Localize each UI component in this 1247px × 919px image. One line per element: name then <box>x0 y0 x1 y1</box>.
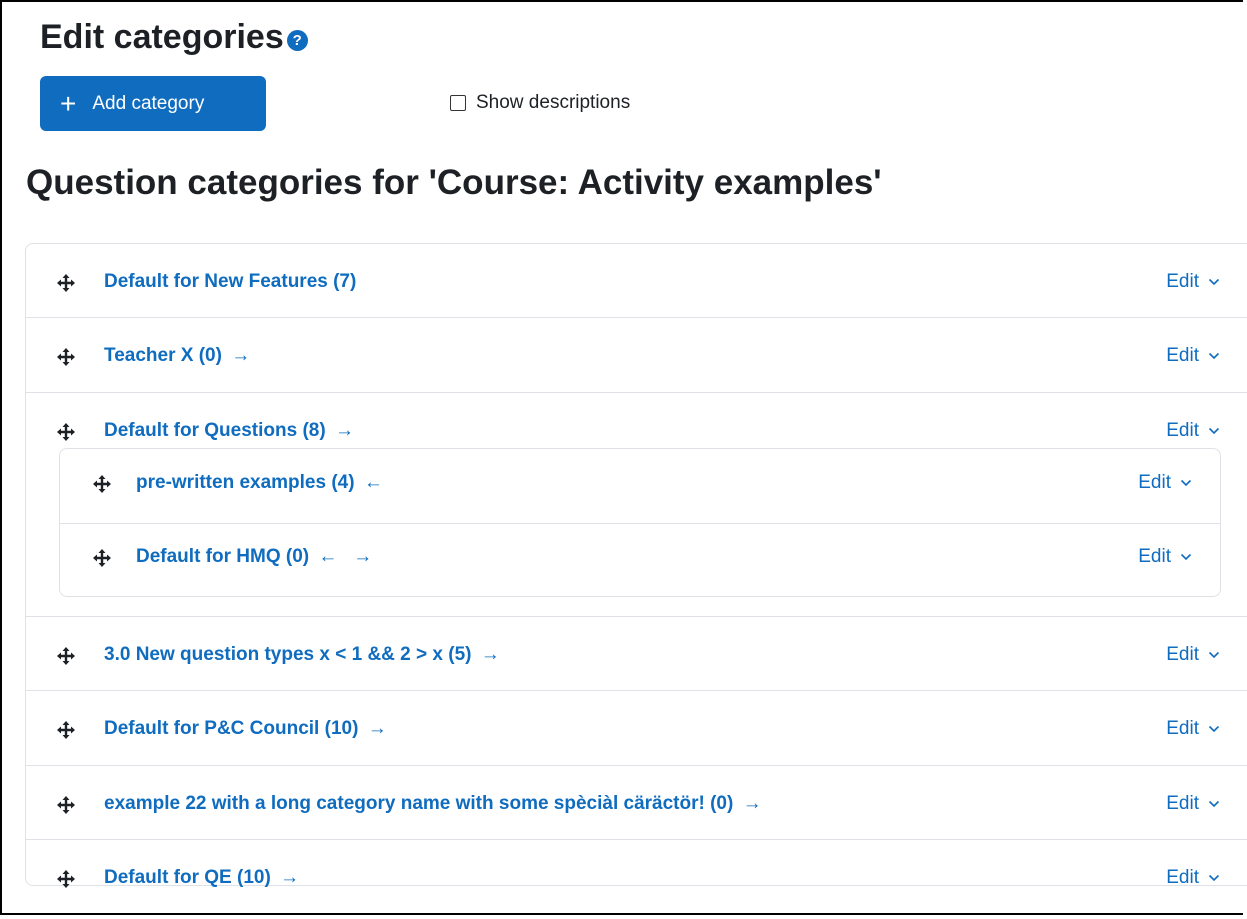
category-name: 3.0 New question types x < 1 && 2 > x (5… <box>104 644 472 665</box>
move-icon[interactable] <box>56 347 76 367</box>
move-arrows[interactable]: → <box>335 420 354 441</box>
category-link[interactable]: Default for New Features (7) <box>104 271 360 293</box>
category-row: Teacher X (0) → Edit <box>26 318 1247 393</box>
edit-label: Edit <box>1166 644 1199 665</box>
category-name: pre-written examples (4) <box>136 472 355 493</box>
chevron-down-icon <box>1180 553 1192 561</box>
move-arrows[interactable]: → <box>481 644 500 665</box>
category-link[interactable]: Teacher X (0) → <box>104 345 250 367</box>
category-name: Default for QE (10) <box>104 867 271 888</box>
chevron-down-icon <box>1208 651 1220 659</box>
move-icon[interactable] <box>56 273 76 293</box>
edit-label: Edit <box>1138 472 1171 493</box>
edit-menu-button[interactable]: Edit <box>1166 867 1220 889</box>
move-icon[interactable] <box>56 795 76 815</box>
edit-menu-button[interactable]: Edit <box>1166 644 1220 666</box>
plus-icon: + <box>60 87 77 119</box>
edit-menu-button[interactable]: Edit <box>1166 793 1220 815</box>
category-name: Teacher X (0) <box>104 345 222 366</box>
category-row: Default for QE (10) → Edit <box>26 840 1247 889</box>
move-arrows[interactable]: ← <box>364 472 383 493</box>
show-descriptions-checkbox[interactable] <box>450 95 466 111</box>
show-descriptions-toggle[interactable]: Show descriptions <box>450 92 630 114</box>
move-arrows[interactable]: → <box>743 793 762 814</box>
page-title: Edit categories <box>40 18 308 57</box>
move-icon[interactable] <box>56 422 76 442</box>
category-link[interactable]: 3.0 New question types x < 1 && 2 > x (5… <box>104 644 500 666</box>
category-name: Default for Questions (8) <box>104 420 326 441</box>
page-title-text: Edit categories <box>40 18 284 56</box>
move-arrows[interactable]: → <box>280 867 299 888</box>
move-icon[interactable] <box>92 474 112 494</box>
chevron-down-icon <box>1208 352 1220 360</box>
chevron-down-icon <box>1208 725 1220 733</box>
category-list: Default for New Features (7) Edit Teache… <box>25 243 1247 889</box>
edit-menu-button[interactable]: Edit <box>1138 472 1192 494</box>
chevron-down-icon <box>1208 874 1220 882</box>
subcategory-row: Default for HMQ (0) ← → Edit <box>60 523 1220 597</box>
edit-label: Edit <box>1166 867 1199 888</box>
help-icon[interactable] <box>286 30 308 51</box>
category-row: Default for New Features (7) Edit <box>26 244 1247 318</box>
category-row: example 22 with a long category name wit… <box>26 766 1247 840</box>
edit-label: Edit <box>1166 718 1199 739</box>
edit-label: Edit <box>1166 345 1199 366</box>
edit-label: Edit <box>1166 793 1199 814</box>
category-name: Default for P&C Council (10) <box>104 718 359 739</box>
move-arrows[interactable]: → <box>231 345 250 366</box>
category-row: Default for Questions (8) → Edit pre-wri… <box>26 393 1247 617</box>
category-link[interactable]: Default for P&C Council (10) → <box>104 718 387 740</box>
move-arrows[interactable]: ← → <box>318 546 372 567</box>
subcategory-list: pre-written examples (4) ← Edit Default … <box>59 448 1221 597</box>
edit-menu-button[interactable]: Edit <box>1138 546 1192 568</box>
move-icon[interactable] <box>56 646 76 666</box>
add-category-label: Add category <box>92 92 205 114</box>
category-name: Default for New Features (7) <box>104 271 357 292</box>
edit-menu-button[interactable]: Edit <box>1166 345 1220 367</box>
category-name: example 22 with a long category name wit… <box>104 793 734 814</box>
category-link[interactable]: Default for Questions (8) → <box>104 420 354 442</box>
edit-menu-button[interactable]: Edit <box>1166 420 1220 442</box>
section-title: Question categories for 'Course: Activit… <box>26 163 882 202</box>
edit-label: Edit <box>1138 546 1171 567</box>
edit-label: Edit <box>1166 420 1199 441</box>
category-link[interactable]: Default for HMQ (0) ← → <box>136 546 372 568</box>
category-name: Default for HMQ (0) <box>136 546 310 567</box>
edit-menu-button[interactable]: Edit <box>1166 718 1220 740</box>
category-row: 3.0 New question types x < 1 && 2 > x (5… <box>26 617 1247 691</box>
subcategory-row: pre-written examples (4) ← Edit <box>60 449 1220 524</box>
move-icon[interactable] <box>92 548 112 568</box>
move-arrows[interactable]: → <box>368 718 387 739</box>
chevron-down-icon <box>1208 800 1220 808</box>
chevron-down-icon <box>1208 278 1220 286</box>
chevron-down-icon <box>1208 427 1220 435</box>
edit-label: Edit <box>1166 271 1199 292</box>
category-link[interactable]: pre-written examples (4) ← <box>136 472 383 494</box>
category-link[interactable]: Default for QE (10) → <box>104 867 299 889</box>
chevron-down-icon <box>1180 479 1192 487</box>
edit-menu-button[interactable]: Edit <box>1166 271 1220 293</box>
move-icon[interactable] <box>56 720 76 740</box>
category-link[interactable]: example 22 with a long category name wit… <box>104 793 762 815</box>
move-icon[interactable] <box>56 869 76 889</box>
category-row: Default for P&C Council (10) → Edit <box>26 691 1247 766</box>
add-category-button[interactable]: + Add category <box>40 76 266 131</box>
show-descriptions-label: Show descriptions <box>476 92 631 113</box>
